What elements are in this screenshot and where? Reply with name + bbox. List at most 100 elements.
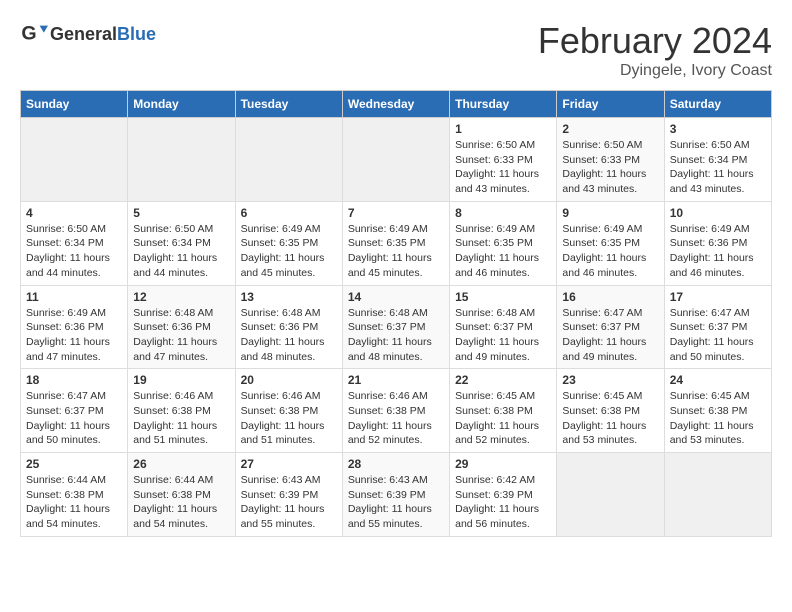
title-block: February 2024 Dyingele, Ivory Coast — [538, 20, 772, 80]
day-number: 5 — [133, 206, 229, 220]
calendar-week-row: 25 Sunrise: 6:44 AM Sunset: 6:38 PM Dayli… — [21, 453, 772, 537]
day-number: 10 — [670, 206, 766, 220]
day-detail: Sunrise: 6:43 AM Sunset: 6:39 PM Dayligh… — [348, 473, 444, 532]
calendar-cell — [235, 118, 342, 202]
day-number: 18 — [26, 373, 122, 387]
day-number: 22 — [455, 373, 551, 387]
calendar-week-row: 18 Sunrise: 6:47 AM Sunset: 6:37 PM Dayli… — [21, 369, 772, 453]
day-detail: Sunrise: 6:47 AM Sunset: 6:37 PM Dayligh… — [562, 306, 658, 365]
day-detail: Sunrise: 6:49 AM Sunset: 6:35 PM Dayligh… — [241, 222, 337, 281]
logo: G GeneralBlue — [20, 20, 156, 48]
main-title: February 2024 — [538, 20, 772, 62]
calendar-week-row: 4 Sunrise: 6:50 AM Sunset: 6:34 PM Daylig… — [21, 201, 772, 285]
day-detail: Sunrise: 6:49 AM Sunset: 6:36 PM Dayligh… — [670, 222, 766, 281]
day-number: 26 — [133, 457, 229, 471]
day-number: 6 — [241, 206, 337, 220]
day-detail: Sunrise: 6:46 AM Sunset: 6:38 PM Dayligh… — [241, 389, 337, 448]
day-number: 27 — [241, 457, 337, 471]
day-detail: Sunrise: 6:46 AM Sunset: 6:38 PM Dayligh… — [348, 389, 444, 448]
subtitle: Dyingele, Ivory Coast — [538, 62, 772, 80]
calendar-cell: 16 Sunrise: 6:47 AM Sunset: 6:37 PM Dayli… — [557, 285, 664, 369]
day-detail: Sunrise: 6:42 AM Sunset: 6:39 PM Dayligh… — [455, 473, 551, 532]
calendar-cell: 27Sunrise: 6:43 AM Sunset: 6:39 PM Dayli… — [235, 453, 342, 537]
calendar-cell: 20 Sunrise: 6:46 AM Sunset: 6:38 PM Dayli… — [235, 369, 342, 453]
day-number: 3 — [670, 122, 766, 136]
calendar-cell: 11 Sunrise: 6:49 AM Sunset: 6:36 PM Dayli… — [21, 285, 128, 369]
day-number: 16 — [562, 290, 658, 304]
weekday-header: Thursday — [450, 91, 557, 118]
day-detail: Sunrise: 6:45 AM Sunset: 6:38 PM Dayligh… — [670, 389, 766, 448]
day-number: 23 — [562, 373, 658, 387]
day-number: 12 — [133, 290, 229, 304]
weekday-header: Sunday — [21, 91, 128, 118]
calendar-cell: 5 Sunrise: 6:50 AM Sunset: 6:34 PM Daylig… — [128, 201, 235, 285]
day-number: 17 — [670, 290, 766, 304]
calendar-cell: 14 Sunrise: 6:48 AM Sunset: 6:37 PM Dayli… — [342, 285, 449, 369]
weekday-header: Saturday — [664, 91, 771, 118]
calendar-table: SundayMondayTuesdayWednesdayThursdayFrid… — [20, 90, 772, 537]
day-number: 8 — [455, 206, 551, 220]
day-detail: Sunrise: 6:48 AM Sunset: 6:37 PM Dayligh… — [348, 306, 444, 365]
calendar-cell — [557, 453, 664, 537]
day-detail: Sunrise: 6:50 AM Sunset: 6:34 PM Dayligh… — [670, 138, 766, 197]
day-number: 11 — [26, 290, 122, 304]
calendar-cell: 19 Sunrise: 6:46 AM Sunset: 6:38 PM Dayli… — [128, 369, 235, 453]
calendar-cell: 13Sunrise: 6:48 AM Sunset: 6:36 PM Dayli… — [235, 285, 342, 369]
calendar-cell: 2 Sunrise: 6:50 AM Sunset: 6:33 PM Daylig… — [557, 118, 664, 202]
calendar-cell: 22 Sunrise: 6:45 AM Sunset: 6:38 PM Dayli… — [450, 369, 557, 453]
calendar-cell: 10 Sunrise: 6:49 AM Sunset: 6:36 PM Dayli… — [664, 201, 771, 285]
day-detail: Sunrise: 6:45 AM Sunset: 6:38 PM Dayligh… — [455, 389, 551, 448]
day-number: 21 — [348, 373, 444, 387]
day-number: 19 — [133, 373, 229, 387]
day-number: 25 — [26, 457, 122, 471]
calendar-cell: 25Sunrise: 6:44 AM Sunset: 6:38 PM Dayli… — [21, 453, 128, 537]
weekday-header: Friday — [557, 91, 664, 118]
day-number: 29 — [455, 457, 551, 471]
day-detail: Sunrise: 6:50 AM Sunset: 6:34 PM Dayligh… — [26, 222, 122, 281]
calendar-cell: 29 Sunrise: 6:42 AM Sunset: 6:39 PM Dayli… — [450, 453, 557, 537]
weekday-header: Tuesday — [235, 91, 342, 118]
day-detail: Sunrise: 6:46 AM Sunset: 6:38 PM Dayligh… — [133, 389, 229, 448]
svg-text:G: G — [21, 23, 36, 45]
calendar-cell — [664, 453, 771, 537]
day-detail: Sunrise: 6:47 AM Sunset: 6:37 PM Dayligh… — [670, 306, 766, 365]
day-number: 20 — [241, 373, 337, 387]
day-number: 15 — [455, 290, 551, 304]
day-number: 4 — [26, 206, 122, 220]
day-number: 2 — [562, 122, 658, 136]
day-detail: Sunrise: 6:49 AM Sunset: 6:35 PM Dayligh… — [562, 222, 658, 281]
day-detail: Sunrise: 6:47 AM Sunset: 6:37 PM Dayligh… — [26, 389, 122, 448]
day-detail: Sunrise: 6:50 AM Sunset: 6:33 PM Dayligh… — [562, 138, 658, 197]
calendar-week-row: 1Sunrise: 6:50 AM Sunset: 6:33 PM Daylig… — [21, 118, 772, 202]
calendar-cell: 4 Sunrise: 6:50 AM Sunset: 6:34 PM Daylig… — [21, 201, 128, 285]
day-detail: Sunrise: 6:50 AM Sunset: 6:34 PM Dayligh… — [133, 222, 229, 281]
calendar-cell: 7 Sunrise: 6:49 AM Sunset: 6:35 PM Daylig… — [342, 201, 449, 285]
calendar-cell: 23 Sunrise: 6:45 AM Sunset: 6:38 PM Dayli… — [557, 369, 664, 453]
day-detail: Sunrise: 6:50 AM Sunset: 6:33 PM Dayligh… — [455, 138, 551, 197]
day-detail: Sunrise: 6:48 AM Sunset: 6:36 PM Dayligh… — [133, 306, 229, 365]
day-detail: Sunrise: 6:48 AM Sunset: 6:36 PM Dayligh… — [241, 306, 337, 365]
logo-icon: G — [20, 20, 48, 48]
calendar-cell: 24 Sunrise: 6:45 AM Sunset: 6:38 PM Dayli… — [664, 369, 771, 453]
day-detail: Sunrise: 6:49 AM Sunset: 6:35 PM Dayligh… — [348, 222, 444, 281]
calendar-cell: 26 Sunrise: 6:44 AM Sunset: 6:38 PM Dayli… — [128, 453, 235, 537]
day-number: 14 — [348, 290, 444, 304]
calendar-cell — [21, 118, 128, 202]
logo-general: General — [50, 24, 117, 44]
day-number: 7 — [348, 206, 444, 220]
day-detail: Sunrise: 6:45 AM Sunset: 6:38 PM Dayligh… — [562, 389, 658, 448]
calendar-cell: 8Sunrise: 6:49 AM Sunset: 6:35 PM Daylig… — [450, 201, 557, 285]
calendar-body: 1Sunrise: 6:50 AM Sunset: 6:33 PM Daylig… — [21, 118, 772, 537]
day-number: 28 — [348, 457, 444, 471]
calendar-cell: 28 Sunrise: 6:43 AM Sunset: 6:39 PM Dayli… — [342, 453, 449, 537]
day-number: 24 — [670, 373, 766, 387]
weekday-header: Wednesday — [342, 91, 449, 118]
logo-blue: Blue — [117, 24, 156, 44]
calendar-cell: 12 Sunrise: 6:48 AM Sunset: 6:36 PM Dayli… — [128, 285, 235, 369]
calendar-cell: 9 Sunrise: 6:49 AM Sunset: 6:35 PM Daylig… — [557, 201, 664, 285]
day-detail: Sunrise: 6:48 AM Sunset: 6:37 PM Dayligh… — [455, 306, 551, 365]
day-number: 9 — [562, 206, 658, 220]
day-detail: Sunrise: 6:49 AM Sunset: 6:36 PM Dayligh… — [26, 306, 122, 365]
calendar-cell: 18 Sunrise: 6:47 AM Sunset: 6:37 PM Dayli… — [21, 369, 128, 453]
day-detail: Sunrise: 6:44 AM Sunset: 6:38 PM Dayligh… — [133, 473, 229, 532]
